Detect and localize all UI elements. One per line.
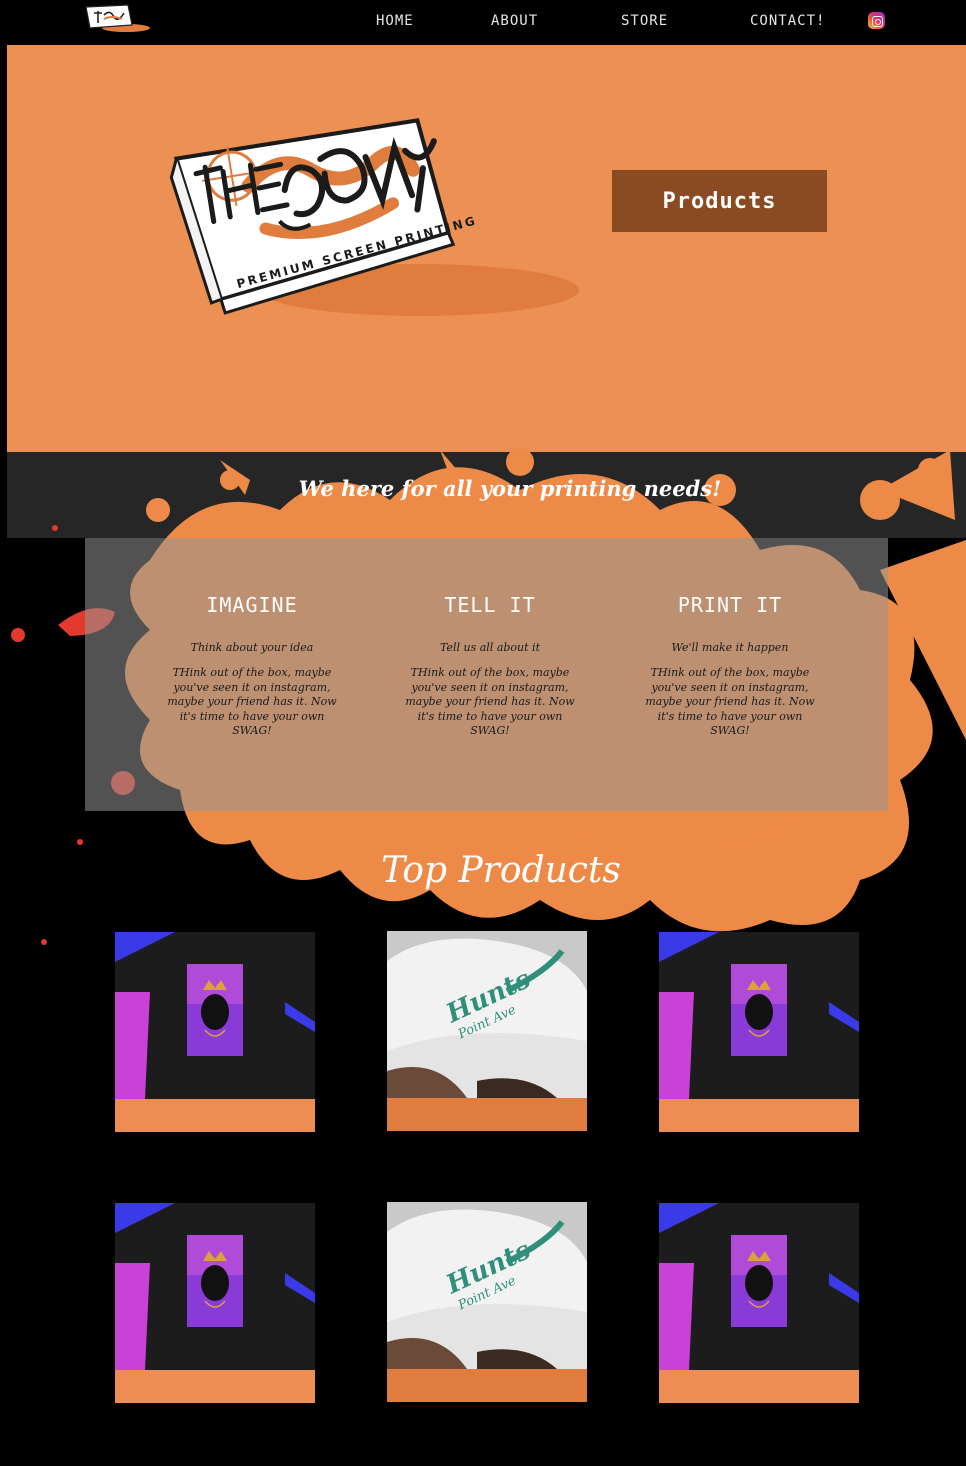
product-card-cap[interactable]: Hunts Point Ave	[387, 1202, 587, 1402]
cap-image: Hunts Point Ave	[387, 1202, 587, 1369]
tshirt-image	[115, 932, 315, 1099]
product-card-footer	[115, 1099, 315, 1132]
step-tell-it: TELL IT Tell us all about it THink out o…	[405, 593, 575, 739]
step-body: THink out of the box, maybe you've seen …	[405, 666, 575, 737]
product-card-tshirt[interactable]	[115, 932, 315, 1132]
nav-about-link[interactable]: ABOUT	[491, 13, 538, 29]
product-card-tshirt[interactable]	[115, 1203, 315, 1403]
products-button[interactable]: Products	[612, 170, 827, 232]
product-card-tshirt[interactable]	[659, 932, 859, 1132]
product-card-footer	[659, 1099, 859, 1132]
product-card-footer	[659, 1370, 859, 1403]
nav-logo[interactable]	[82, 3, 152, 33]
step-subtitle: Think about your idea	[190, 641, 314, 654]
step-subtitle: Tell us all about it	[439, 641, 540, 654]
step-body: THink out of the box, maybe you've seen …	[167, 666, 337, 737]
step-imagine: IMAGINE Think about your idea THink out …	[167, 593, 337, 739]
step-title: IMAGINE	[206, 593, 298, 617]
top-products-title: Top Products	[381, 850, 621, 891]
cap-image: Hunts Point Ave	[387, 931, 587, 1098]
step-title: TELL IT	[444, 593, 536, 617]
tagline-text: We here for all your printing needs!	[298, 476, 722, 501]
product-card-tshirt[interactable]	[659, 1203, 859, 1403]
top-nav: HOME ABOUT STORE CONTACT!	[0, 0, 966, 44]
hero-section: PREMIUM SCREEN PRINTING Products	[7, 45, 966, 452]
tshirt-image	[659, 932, 859, 1099]
steps-panel: IMAGINE Think about your idea THink out …	[85, 538, 888, 811]
nav-store-link[interactable]: STORE	[621, 13, 668, 29]
nav-home-link[interactable]: HOME	[376, 13, 414, 29]
step-print-it: PRINT IT We'll make it happen THink out …	[645, 593, 815, 739]
product-card-footer	[115, 1370, 315, 1403]
tshirt-image	[659, 1203, 859, 1370]
step-title: PRINT IT	[677, 593, 783, 617]
instagram-icon[interactable]	[868, 12, 885, 29]
nav-contact-link[interactable]: CONTACT!	[750, 13, 825, 29]
product-card-footer	[387, 1369, 587, 1402]
step-body: THink out of the box, maybe you've seen …	[645, 666, 815, 737]
tshirt-image	[115, 1203, 315, 1370]
hero-logo: PREMIUM SCREEN PRINTING	[169, 118, 579, 316]
product-card-cap[interactable]: Hunts Point Ave	[387, 931, 587, 1131]
product-card-footer	[387, 1098, 587, 1131]
step-subtitle: We'll make it happen	[671, 641, 789, 654]
